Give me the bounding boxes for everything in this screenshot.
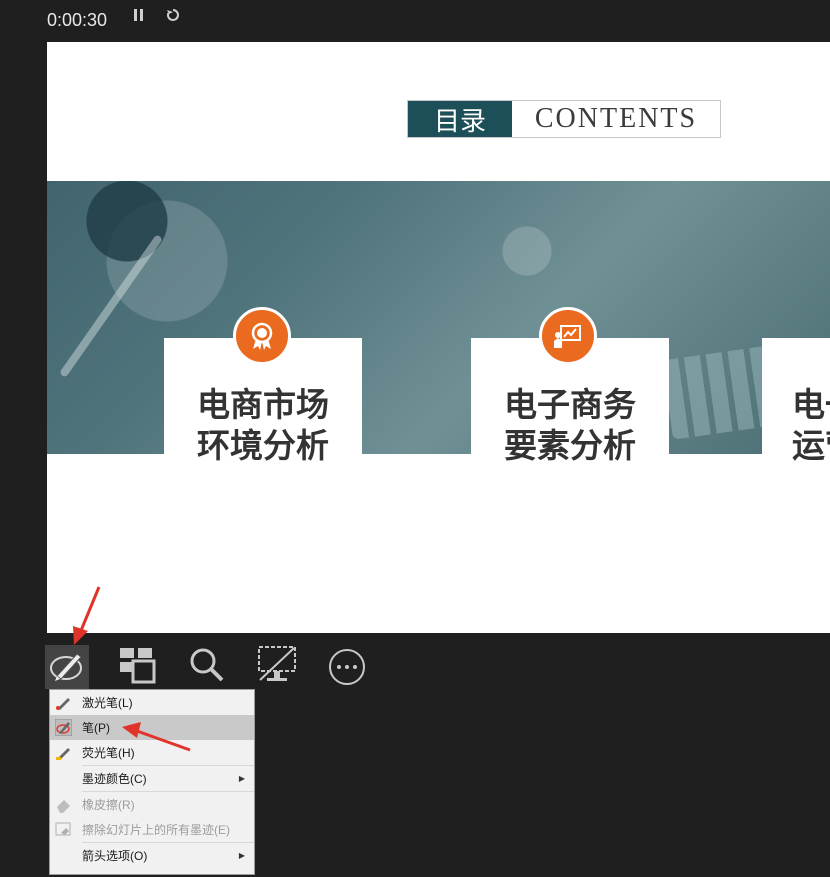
laser-pointer-icon <box>55 694 72 711</box>
highlighter-icon <box>55 744 72 761</box>
submenu-arrow-icon: ▶ <box>238 774 245 783</box>
erase-all-ink-icon <box>55 821 72 838</box>
contents-header: 目录 CONTENTS <box>407 100 721 138</box>
toc-title-cn: 目录 <box>408 101 512 137</box>
pen-context-menu: 激光笔(L) 笔(P) 荧光笔(H) 墨迹颜色(C) ▶ 橡皮擦(R) 擦除幻灯… <box>49 689 255 875</box>
menu-item-label: 墨迹颜色(C) <box>82 772 147 786</box>
pen-tool-button[interactable] <box>45 645 89 689</box>
card-label: 电商市场 环境分析 <box>197 385 329 465</box>
slide-canvas: 目录 CONTENTS 电商市场 环境分析 电子商务 要素分析 电一 运营 <box>47 42 830 633</box>
menu-item-laser-pointer[interactable]: 激光笔(L) <box>50 690 254 715</box>
menu-item-label: 荧光笔(H) <box>82 746 135 760</box>
pen-icon <box>54 718 73 737</box>
slide-navigator-icon <box>117 645 157 690</box>
toc-title-en: CONTENTS <box>534 103 698 134</box>
presentation-chart-icon <box>539 307 597 365</box>
menu-item-pen[interactable]: 笔(P) <box>50 715 254 740</box>
menu-item-highlighter[interactable]: 荧光笔(H) <box>50 740 254 765</box>
restart-icon <box>166 9 180 26</box>
screen-options-button[interactable] <box>255 645 299 689</box>
card-label: 电子商务 要素分析 <box>504 385 636 465</box>
card-label: 电一 运营 <box>792 385 830 465</box>
photo-pen-decoration <box>58 234 164 378</box>
pen-tool-icon <box>47 645 87 690</box>
menu-item-arrow-options[interactable]: 箭头选项(O) ▶ <box>50 843 254 868</box>
menu-item-label: 笔(P) <box>82 721 110 735</box>
award-ribbon-icon <box>233 307 291 365</box>
elapsed-timer: 0:00:30 <box>47 10 108 30</box>
menu-item-label: 橡皮擦(R) <box>82 798 135 812</box>
menu-item-label: 擦除幻灯片上的所有墨迹(E) <box>82 823 230 837</box>
menu-item-label: 激光笔(L) <box>82 696 133 710</box>
eraser-icon <box>55 796 72 813</box>
submenu-arrow-icon: ▶ <box>238 851 245 860</box>
pause-icon <box>133 9 145 26</box>
zoom-icon <box>187 645 227 690</box>
menu-item-eraser: 橡皮擦(R) <box>50 792 254 817</box>
menu-item-erase-all-ink: 擦除幻灯片上的所有墨迹(E) <box>50 817 254 842</box>
restart-timer-button[interactable] <box>166 8 180 27</box>
more-options-button[interactable] <box>325 645 369 689</box>
contents-card-3: 电一 运营 <box>762 338 830 473</box>
menu-item-ink-color[interactable]: 墨迹颜色(C) ▶ <box>50 766 254 791</box>
zoom-button[interactable] <box>185 645 229 689</box>
more-options-icon <box>329 649 365 685</box>
see-all-slides-button[interactable] <box>115 645 159 689</box>
menu-item-label: 箭头选项(O) <box>82 849 148 863</box>
screen-options-icon <box>256 644 298 691</box>
pause-button[interactable] <box>133 8 145 27</box>
